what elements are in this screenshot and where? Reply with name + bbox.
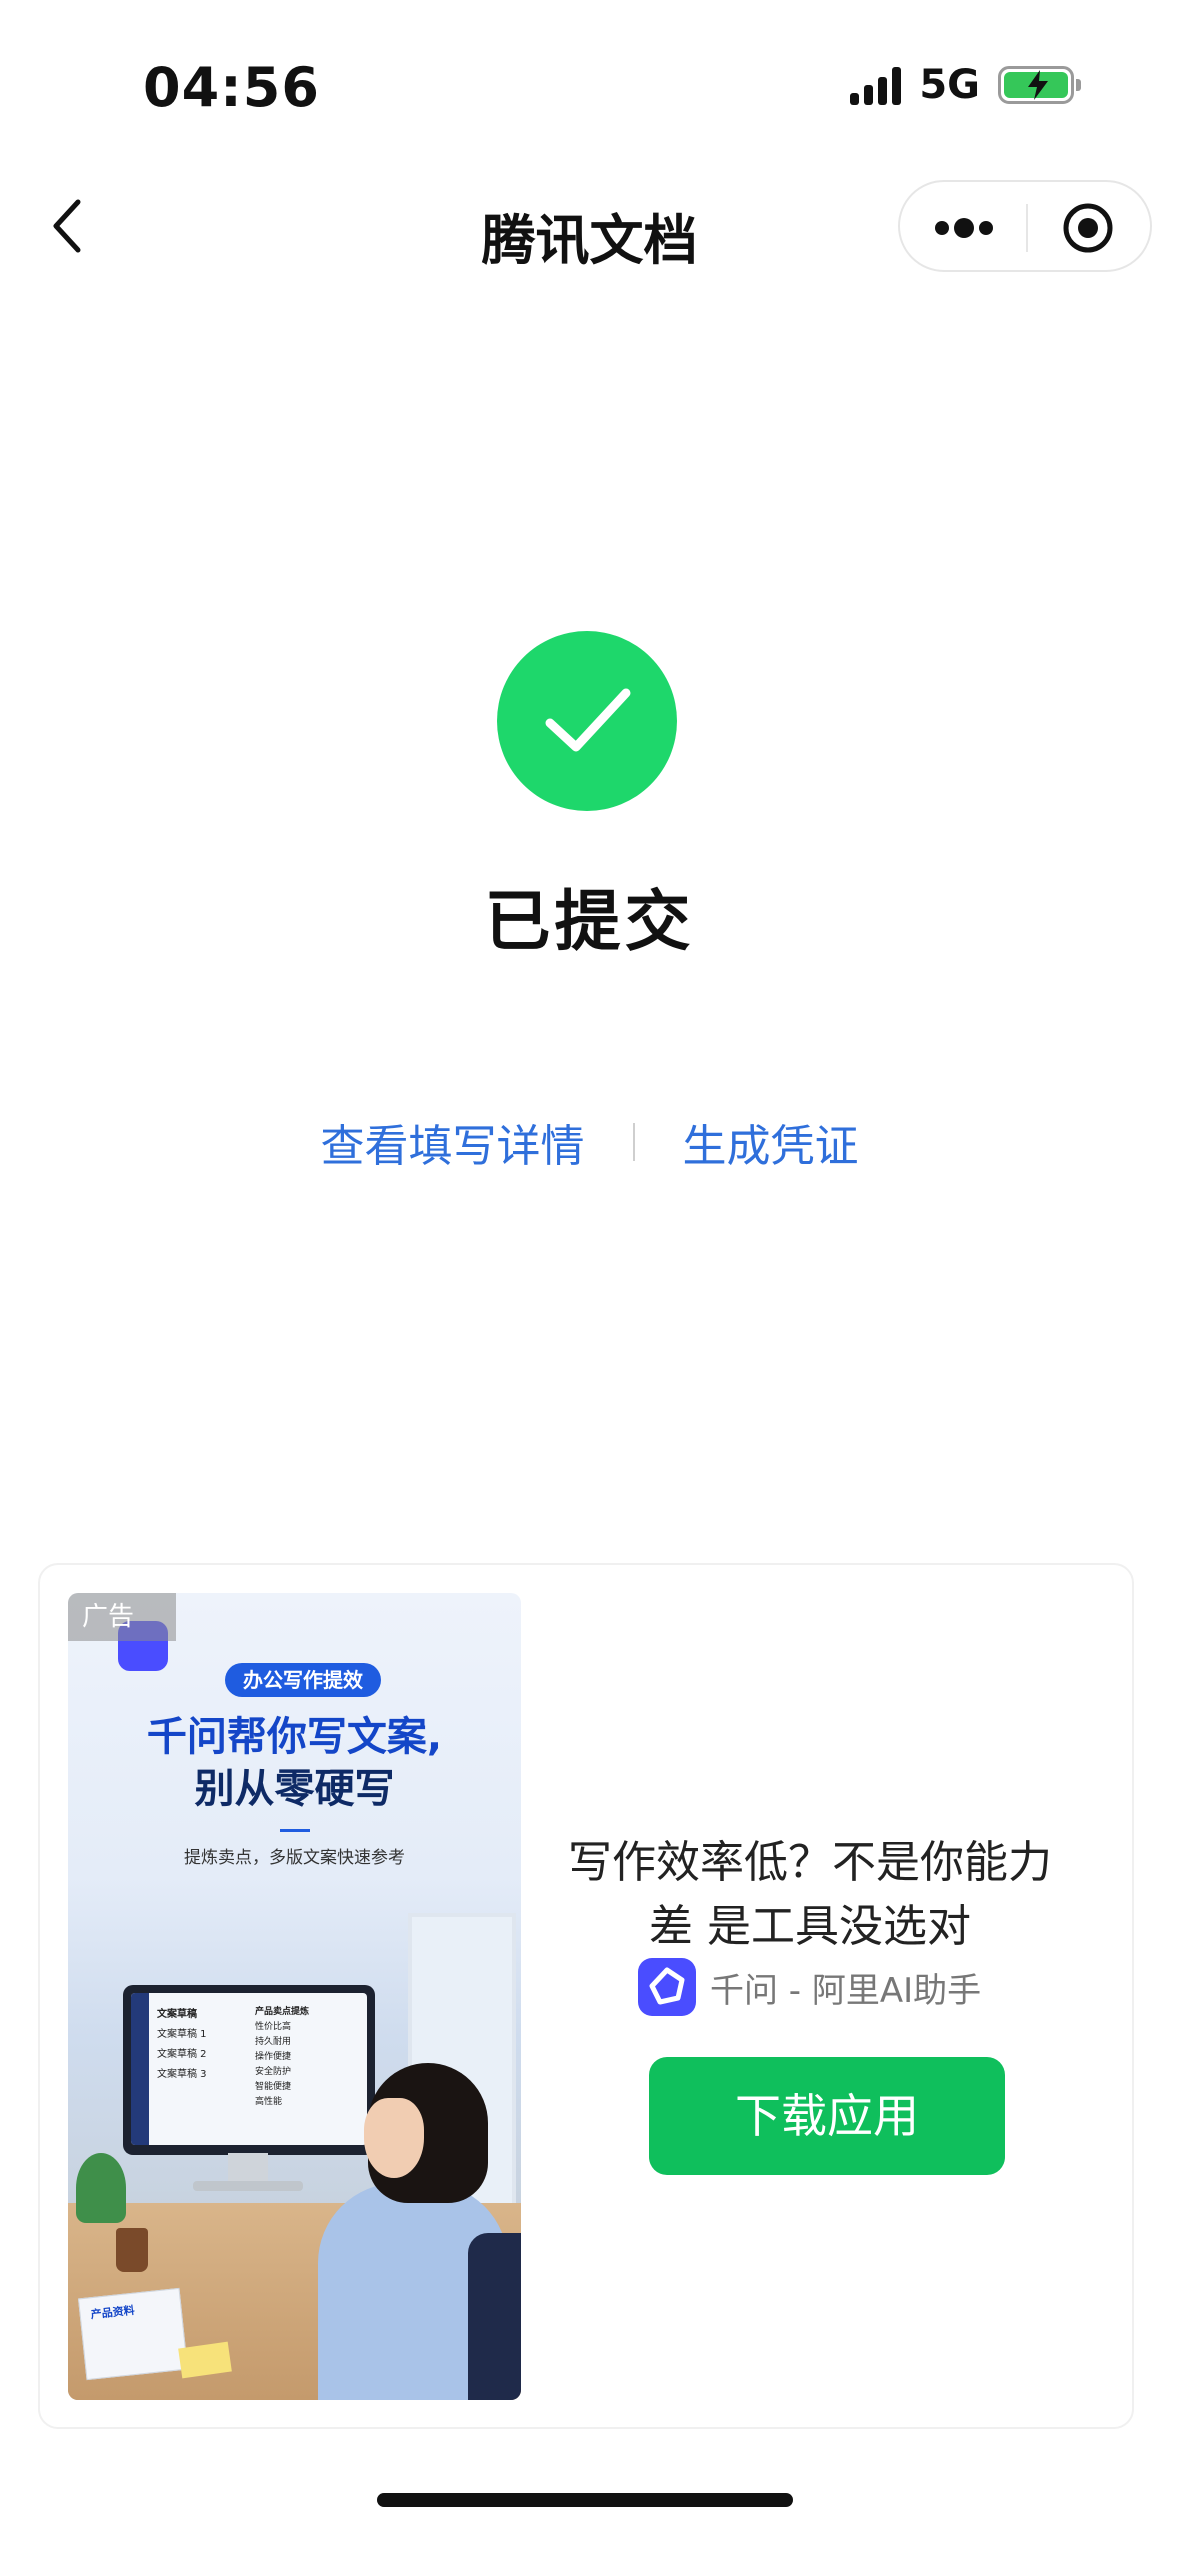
checkmark-icon bbox=[545, 688, 631, 752]
status-time: 04:56 bbox=[143, 56, 320, 119]
screen-text: 安全防护 bbox=[255, 2067, 292, 2077]
signal-icon bbox=[850, 65, 902, 105]
ad-copy: 写作效率低？不是你能力差 是工具没选对 bbox=[568, 1837, 1052, 1952]
view-details-link[interactable]: 查看填写详情 bbox=[321, 1110, 585, 1174]
monitor-stand bbox=[228, 2153, 268, 2183]
monitor: 文案草稿 文案草稿 1 文案草稿 2 文案草稿 3 产品卖点提炼 性价比高 持久… bbox=[123, 1985, 375, 2155]
ad-image[interactable]: 办公写作提效 千问帮你写文案, 别从零硬写 提炼卖点，多版文案快速参考 文案草稿… bbox=[68, 1593, 521, 2400]
result-actions: 查看填写详情 生成凭证 bbox=[0, 1110, 1179, 1174]
person-face bbox=[364, 2098, 424, 2178]
home-indicator[interactable] bbox=[377, 2493, 793, 2507]
ad-headline-line2: 别从零硬写 bbox=[194, 1766, 395, 1812]
ad-pill: 办公写作提效 bbox=[225, 1663, 381, 1697]
coffee-cup bbox=[116, 2228, 148, 2272]
papers: 产品资料 bbox=[77, 2287, 189, 2381]
screen-text: 高性能 bbox=[255, 2097, 283, 2107]
screen-text: 文案草稿 bbox=[157, 2009, 197, 2020]
success-icon bbox=[497, 631, 677, 811]
ad-subline: 提炼卖点，多版文案快速参考 bbox=[184, 1848, 405, 1868]
screen-text: 性价比高 bbox=[255, 2022, 292, 2032]
screen-text: 文案草稿 2 bbox=[157, 2049, 207, 2060]
ad-tag: 广告 bbox=[68, 1593, 176, 1641]
office-chair bbox=[468, 2233, 521, 2400]
generate-proof-link[interactable]: 生成凭证 bbox=[683, 1110, 859, 1174]
ad-brand-name: 千问 - 阿里AI助手 bbox=[710, 1970, 982, 2011]
download-app-button[interactable]: 下载应用 bbox=[649, 2057, 1005, 2175]
screen-text: 产品卖点提炼 bbox=[255, 2007, 310, 2017]
miniprogram-capsule bbox=[898, 180, 1152, 272]
result-title: 已提交 bbox=[484, 883, 695, 960]
screen-text: 文案草稿 1 bbox=[157, 2029, 207, 2040]
papers-label: 产品资料 bbox=[90, 2303, 136, 2322]
capsule-divider bbox=[1026, 204, 1028, 252]
screen-text: 操作便捷 bbox=[255, 2052, 292, 2062]
ad-card[interactable]: 办公写作提效 千问帮你写文案, 别从零硬写 提炼卖点，多版文案快速参考 文案草稿… bbox=[38, 1563, 1134, 2429]
close-target-icon[interactable] bbox=[1062, 202, 1114, 254]
qianwen-app-icon bbox=[638, 1958, 696, 2016]
screen-text: 智能便捷 bbox=[255, 2082, 292, 2092]
network-type: 5G bbox=[919, 62, 980, 108]
monitor-base bbox=[193, 2181, 303, 2191]
ad-headline-line1: 千问帮你写文案, bbox=[146, 1714, 443, 1760]
screen-text: 文案草稿 3 bbox=[157, 2069, 207, 2080]
links-divider bbox=[632, 1123, 635, 1161]
screen-text: 持久耐用 bbox=[255, 2037, 292, 2047]
ad-headline: 千问帮你写文案, 别从零硬写 bbox=[68, 1711, 521, 1815]
more-icon[interactable] bbox=[934, 208, 994, 248]
plant bbox=[76, 2153, 126, 2223]
monitor-screen: 文案草稿 文案草稿 1 文案草稿 2 文案草稿 3 产品卖点提炼 性价比高 持久… bbox=[131, 1993, 367, 2145]
ad-brand: 千问 - 阿里AI助手 bbox=[638, 1958, 981, 2016]
ad-rule bbox=[280, 1829, 310, 1832]
status-indicators: 5G bbox=[850, 62, 1081, 108]
battery-icon bbox=[998, 66, 1081, 104]
